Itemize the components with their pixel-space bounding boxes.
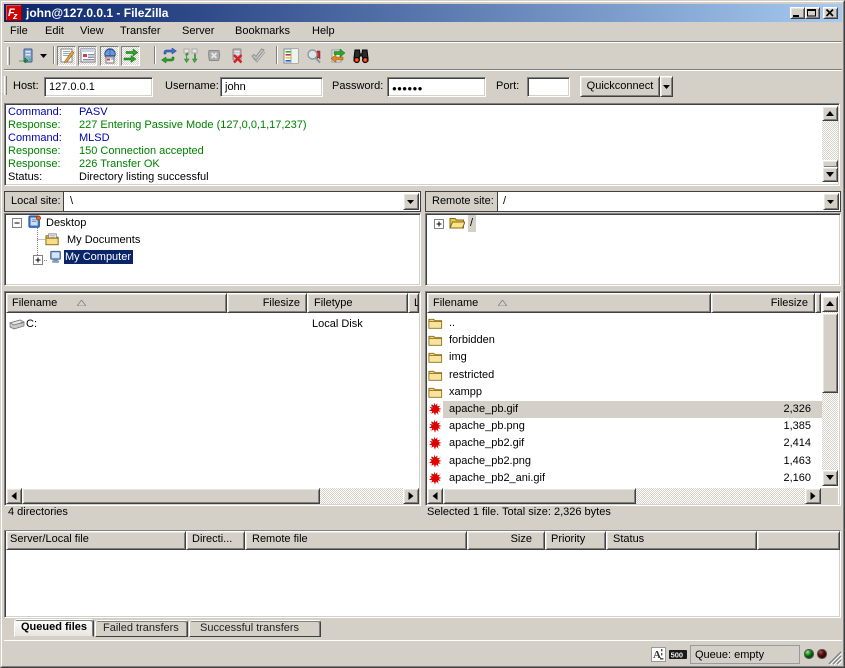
svg-text:A: A — [653, 649, 661, 661]
svg-text:z: z — [12, 11, 18, 21]
svg-text:500: 500 — [671, 650, 684, 659]
